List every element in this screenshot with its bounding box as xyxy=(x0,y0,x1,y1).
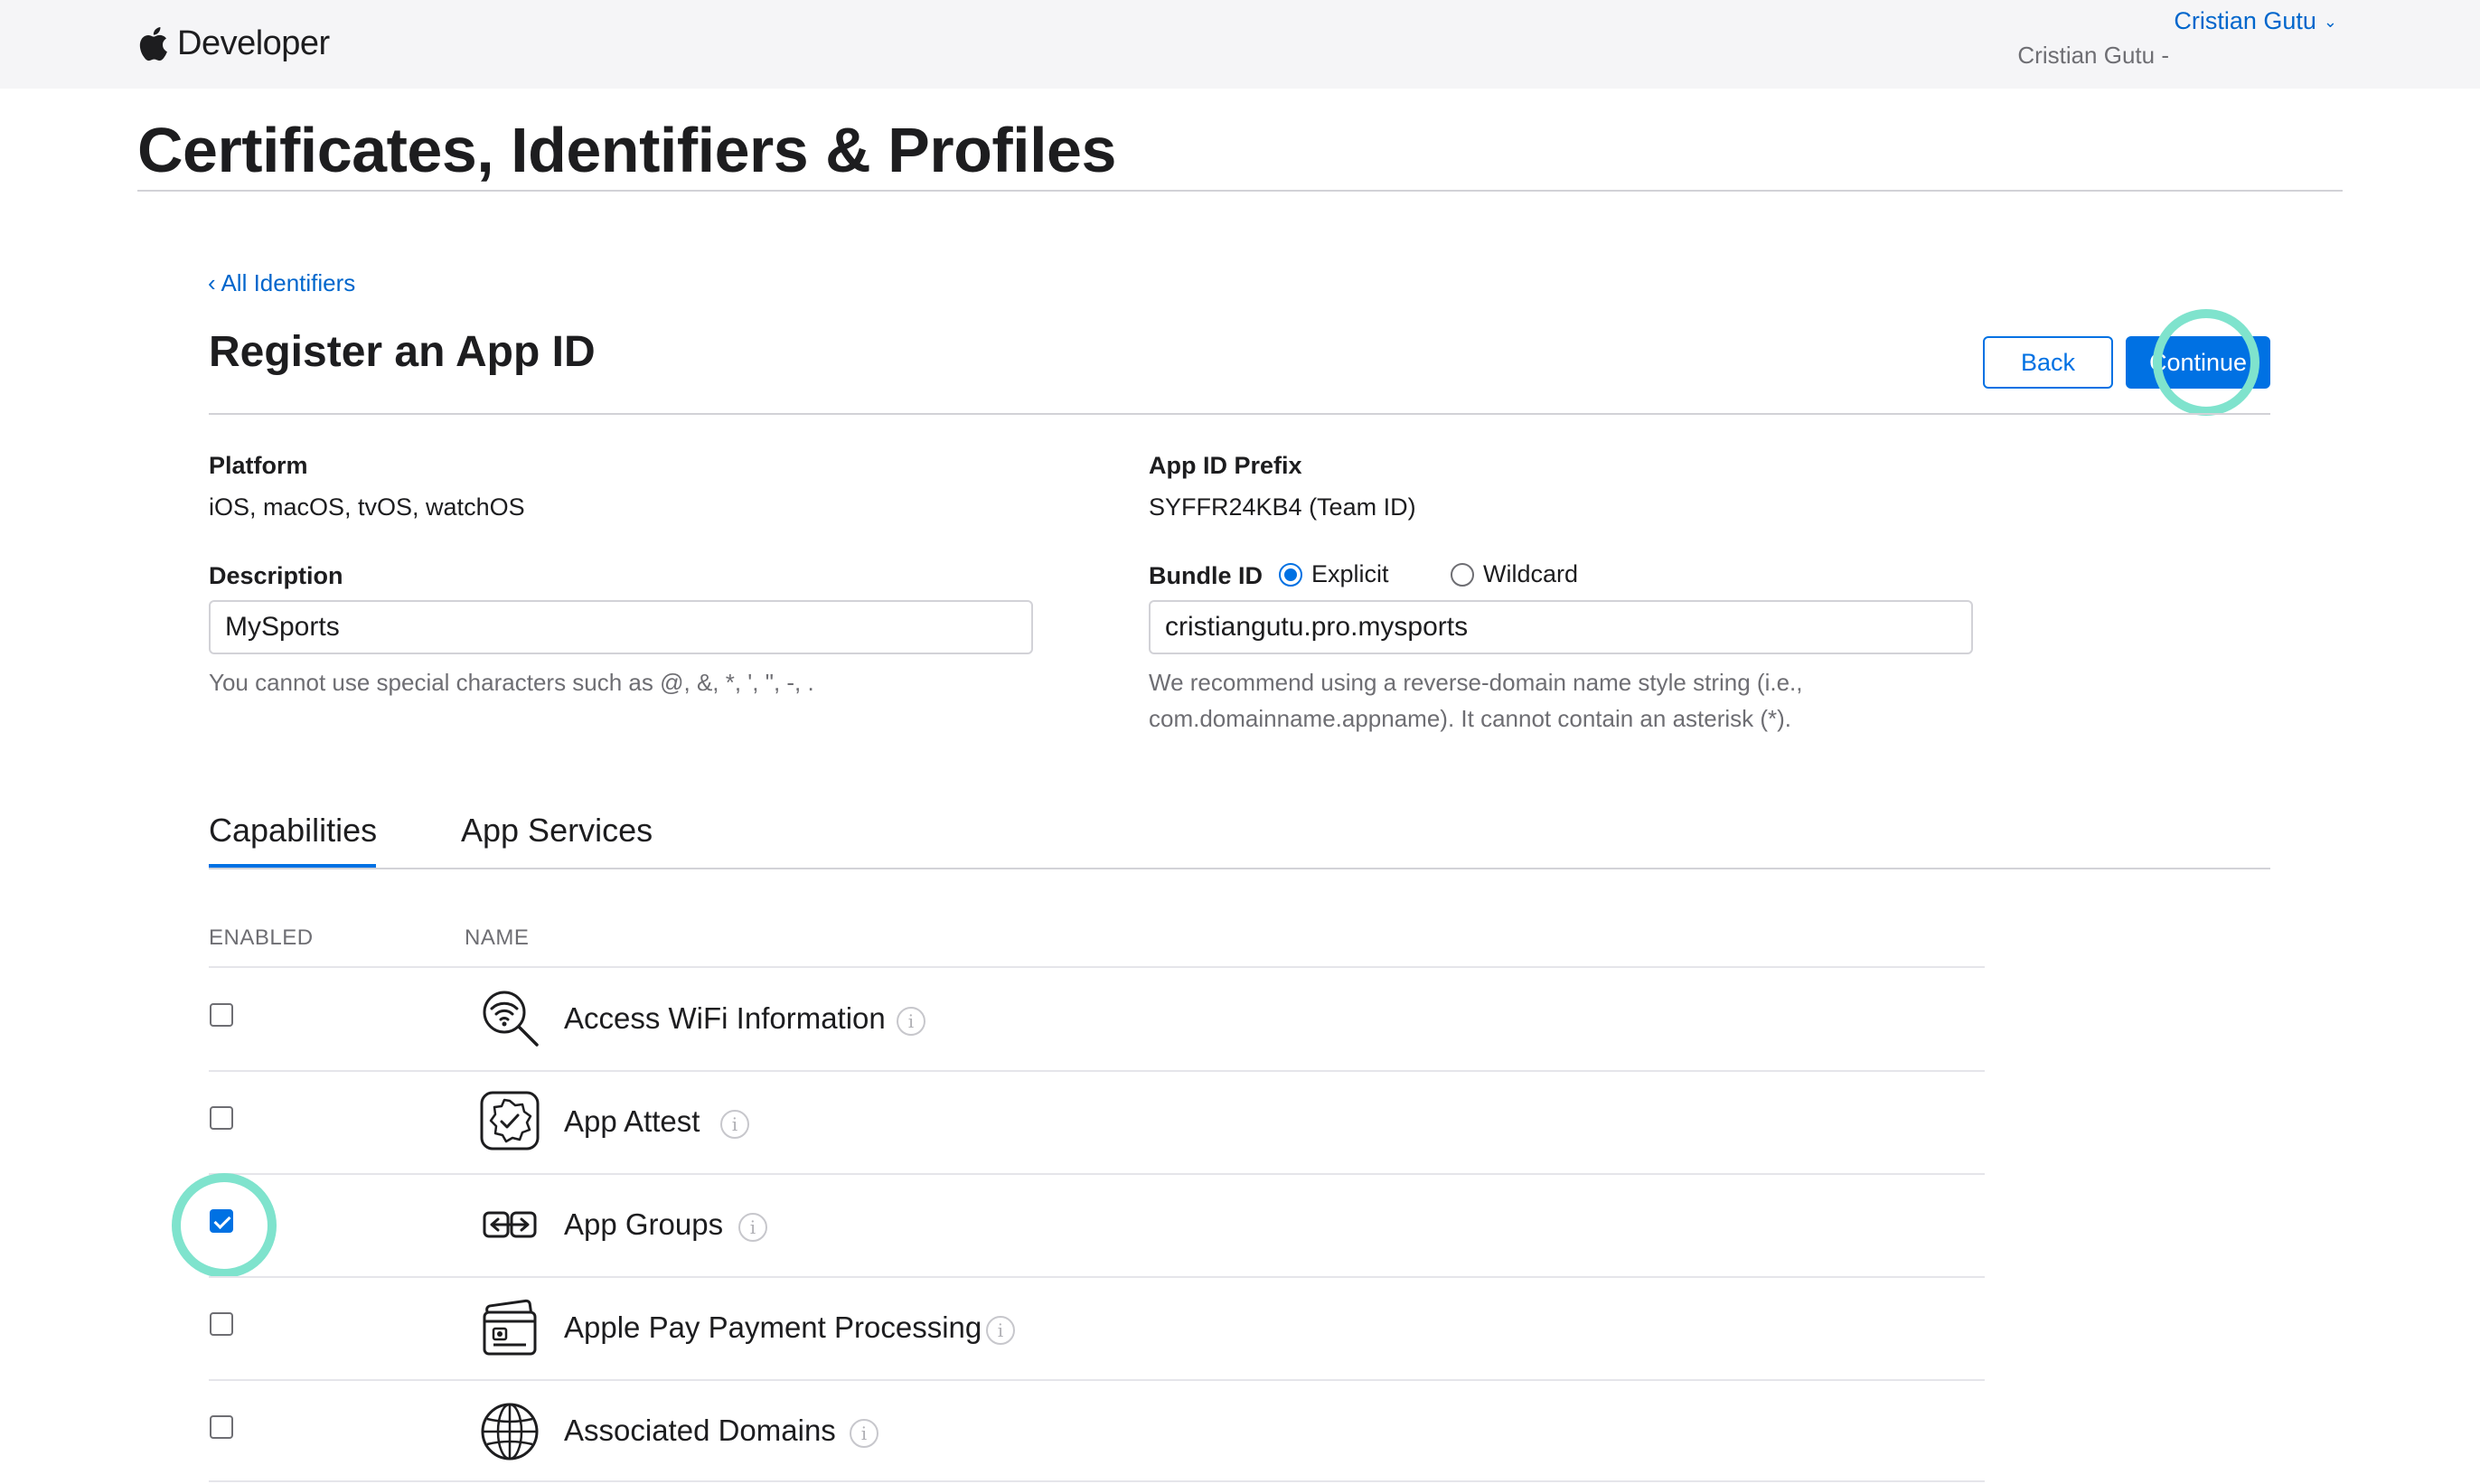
row-divider xyxy=(209,1173,1985,1175)
brand[interactable]: Developer xyxy=(137,18,330,69)
app-id-prefix-label: App ID Prefix xyxy=(1149,452,1302,479)
capability-name: Access WiFi Information xyxy=(564,1001,886,1035)
bundle-id-input[interactable]: cristiangutu.pro.mysports xyxy=(1149,600,1973,654)
apple-logo-icon xyxy=(139,27,167,61)
back-button[interactable]: Back xyxy=(1983,336,2113,389)
all-identifiers-link[interactable]: ‹ All Identifiers xyxy=(208,269,355,297)
description-input-value: MySports xyxy=(225,612,340,642)
capability-checkbox[interactable] xyxy=(210,1312,233,1336)
radio-selected-icon xyxy=(1279,562,1302,587)
section-title: Register an App ID xyxy=(209,328,596,376)
capability-checkbox[interactable] xyxy=(210,1415,233,1439)
column-header-name: NAME xyxy=(465,925,530,950)
bundle-id-hint: We recommend using a reverse-domain name… xyxy=(1149,669,1803,732)
continue-button[interactable]: Continue xyxy=(2126,336,2270,389)
app-groups-icon xyxy=(483,1211,537,1238)
bundle-id-label: Bundle ID xyxy=(1149,562,1263,589)
radio-unselected-icon xyxy=(1451,562,1474,587)
capability-name: Associated Domains xyxy=(564,1414,836,1447)
description-hint: You cannot use special characters such a… xyxy=(209,669,814,696)
row-divider xyxy=(209,1379,1985,1381)
bundle-id-input-value: cristiangutu.pro.mysports xyxy=(1165,612,1469,642)
account-name: Cristian Gutu xyxy=(2174,7,2316,34)
tab-capabilities[interactable]: Capabilities xyxy=(209,812,377,850)
wildcard-radio[interactable]: Wildcard xyxy=(1451,560,1578,588)
info-icon[interactable]: i xyxy=(738,1213,767,1242)
row-divider xyxy=(209,1480,1985,1482)
info-icon[interactable]: i xyxy=(897,1007,925,1036)
row-divider xyxy=(209,966,1985,968)
capability-name: App Groups xyxy=(564,1207,724,1241)
team-name: Cristian Gutu - xyxy=(2017,42,2169,69)
globe-icon xyxy=(481,1403,539,1461)
payment-card-icon xyxy=(483,1299,537,1356)
info-icon[interactable]: i xyxy=(986,1316,1015,1345)
badge-check-icon xyxy=(480,1091,540,1151)
capability-name: App Attest xyxy=(564,1104,700,1138)
tabs-divider xyxy=(209,868,2270,869)
capability-checkbox[interactable] xyxy=(210,1209,233,1233)
explicit-label: Explicit xyxy=(1311,560,1389,587)
account-menu[interactable]: Cristian Gutu ⌄ xyxy=(2079,7,2337,35)
description-label: Description xyxy=(209,562,343,589)
app-id-prefix-value: SYFFR24KB4 (Team ID) xyxy=(1149,493,1416,521)
brand-label: Developer xyxy=(177,23,330,62)
info-icon[interactable]: i xyxy=(720,1110,749,1139)
tab-app-services[interactable]: App Services xyxy=(461,812,653,850)
platform-value: iOS, macOS, tvOS, watchOS xyxy=(209,493,525,521)
capability-checkbox[interactable] xyxy=(210,1003,233,1027)
wildcard-label: Wildcard xyxy=(1483,560,1579,587)
description-input[interactable]: MySports xyxy=(209,600,1033,654)
platform-label: Platform xyxy=(209,452,308,479)
column-header-enabled: ENABLED xyxy=(209,925,314,950)
explicit-radio[interactable]: Explicit xyxy=(1279,560,1389,588)
info-icon[interactable]: i xyxy=(850,1419,878,1448)
page-title: Certificates, Identifiers & Profiles xyxy=(137,115,1116,185)
capability-checkbox[interactable] xyxy=(210,1106,233,1130)
divider xyxy=(137,190,2343,192)
wifi-search-icon xyxy=(483,991,539,1047)
row-divider xyxy=(209,1276,1985,1278)
divider xyxy=(209,413,2270,415)
chevron-down-icon: ⌄ xyxy=(2323,13,2337,32)
row-divider xyxy=(209,1070,1985,1072)
capability-name: Apple Pay Payment Processing xyxy=(564,1310,982,1344)
active-tab-indicator xyxy=(209,864,376,868)
